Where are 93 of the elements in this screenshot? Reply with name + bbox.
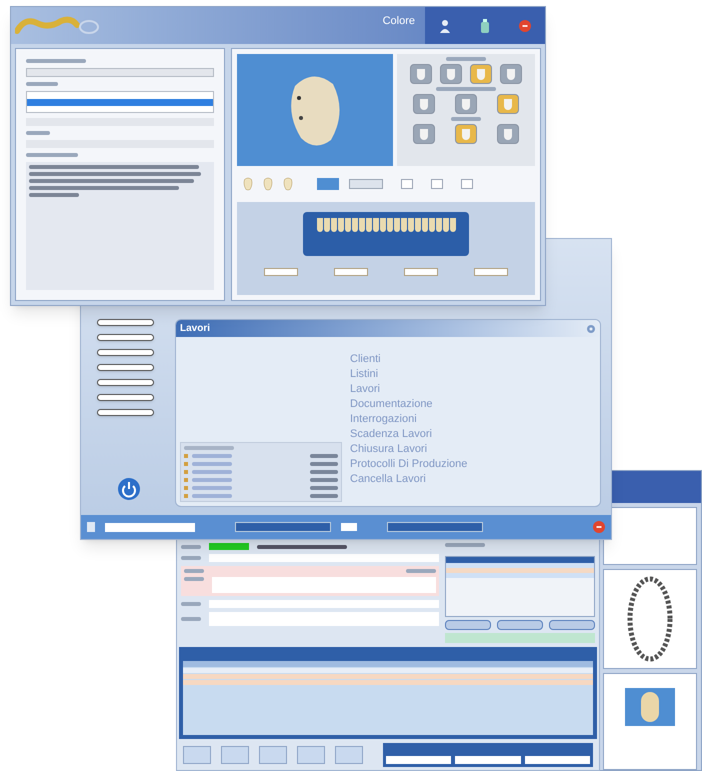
blurred-text xyxy=(310,470,338,474)
blurred-text xyxy=(310,486,338,490)
menu-link[interactable]: Protocolli Di Produzione xyxy=(350,458,600,471)
tooth-option-button[interactable] xyxy=(413,124,435,144)
menu-button[interactable] xyxy=(97,349,154,356)
bottle-icon[interactable] xyxy=(480,18,490,32)
tooth-option-button[interactable] xyxy=(470,64,492,84)
status-field xyxy=(209,543,249,550)
shade-sample-field[interactable] xyxy=(404,268,438,276)
action-button[interactable] xyxy=(549,620,595,630)
close-icon[interactable] xyxy=(593,521,605,533)
menu-link[interactable]: Lavori xyxy=(350,383,600,396)
blurred-text xyxy=(181,602,201,606)
menu-button[interactable] xyxy=(97,364,154,371)
notes-field[interactable] xyxy=(26,162,214,290)
list-field[interactable] xyxy=(26,91,214,113)
blurred-text xyxy=(26,59,86,63)
blurred-text xyxy=(26,131,50,135)
select-field[interactable] xyxy=(26,68,214,77)
tooth-option-button[interactable] xyxy=(455,124,477,144)
menu-link[interactable]: Clienti xyxy=(350,353,600,366)
mode-button[interactable] xyxy=(349,179,383,189)
window-title: Colore xyxy=(382,14,415,29)
select-field[interactable] xyxy=(387,522,483,532)
action-button[interactable] xyxy=(497,620,543,630)
blurred-text xyxy=(184,569,204,573)
blurred-text xyxy=(184,577,204,581)
tooth-option-button[interactable] xyxy=(455,94,477,114)
panel-title: Lavori xyxy=(180,322,210,336)
menu-link[interactable]: Chiusura Lavori xyxy=(350,443,600,456)
blurred-text xyxy=(445,543,485,547)
blurred-text xyxy=(184,446,234,450)
menu-link[interactable]: Scadenza Lavori xyxy=(350,428,600,441)
tooth-option-button[interactable] xyxy=(410,64,432,84)
blurred-text xyxy=(192,494,232,498)
menu-link[interactable]: Interrogazioni xyxy=(350,413,600,426)
logo-icon xyxy=(15,15,101,37)
url-field[interactable] xyxy=(105,522,195,532)
tooth-option-button[interactable] xyxy=(497,94,519,114)
tooth-option-button[interactable] xyxy=(500,64,522,84)
blurred-text xyxy=(436,87,496,91)
tooth-icon xyxy=(283,176,293,192)
menu-button[interactable] xyxy=(97,334,154,341)
date-field[interactable] xyxy=(341,523,357,531)
menu-button[interactable] xyxy=(97,319,154,326)
blurred-text xyxy=(310,454,338,458)
action-button[interactable] xyxy=(445,620,491,630)
toolbar-button[interactable] xyxy=(297,746,325,764)
mode-button[interactable] xyxy=(401,179,413,189)
toolbar-button[interactable] xyxy=(183,746,211,764)
mode-button[interactable] xyxy=(461,179,473,189)
note-icon xyxy=(87,522,95,532)
blurred-text xyxy=(181,556,201,560)
menu-link[interactable]: Documentazione xyxy=(350,398,600,411)
blurred-text xyxy=(310,494,338,498)
blurred-text xyxy=(406,569,436,573)
tooth-icon xyxy=(263,176,273,192)
blurred-text xyxy=(310,478,338,482)
mode-button[interactable] xyxy=(431,179,443,189)
power-icon[interactable] xyxy=(117,477,141,501)
toolbar-button[interactable] xyxy=(221,746,249,764)
blurred-text xyxy=(29,193,79,197)
blurred-text xyxy=(192,470,232,474)
blurred-text xyxy=(181,617,201,621)
toolbar-button[interactable] xyxy=(259,746,287,764)
tooth-icon xyxy=(243,176,253,192)
menu-button[interactable] xyxy=(97,394,154,401)
close-icon[interactable] xyxy=(518,20,531,32)
gear-icon[interactable] xyxy=(586,324,596,334)
shade-sample-field[interactable] xyxy=(474,268,508,276)
blurred-text xyxy=(181,544,201,548)
person-icon[interactable] xyxy=(439,18,452,32)
tooth-option-button[interactable] xyxy=(497,124,519,144)
blurred-text xyxy=(446,57,486,61)
tooth-option-button[interactable] xyxy=(440,64,462,84)
menu-button[interactable] xyxy=(97,409,154,416)
select-field[interactable] xyxy=(235,522,331,532)
blurred-text xyxy=(26,82,58,86)
shade-sample-field[interactable] xyxy=(264,268,298,276)
shade-sample-field[interactable] xyxy=(334,268,368,276)
blurred-text xyxy=(192,478,232,482)
blurred-text xyxy=(192,462,232,466)
blurred-text xyxy=(310,462,338,466)
color-swatch xyxy=(317,178,339,190)
blurred-text xyxy=(26,153,78,157)
tooth-option-button[interactable] xyxy=(413,94,435,114)
blurred-text xyxy=(451,117,481,121)
toolbar-button[interactable] xyxy=(335,746,363,764)
menu-button[interactable] xyxy=(97,379,154,386)
menu-link[interactable]: Cancella Lavori xyxy=(350,473,600,486)
blurred-text xyxy=(192,454,232,458)
blurred-text xyxy=(192,486,232,490)
menu-link[interactable]: Listini xyxy=(350,368,600,381)
